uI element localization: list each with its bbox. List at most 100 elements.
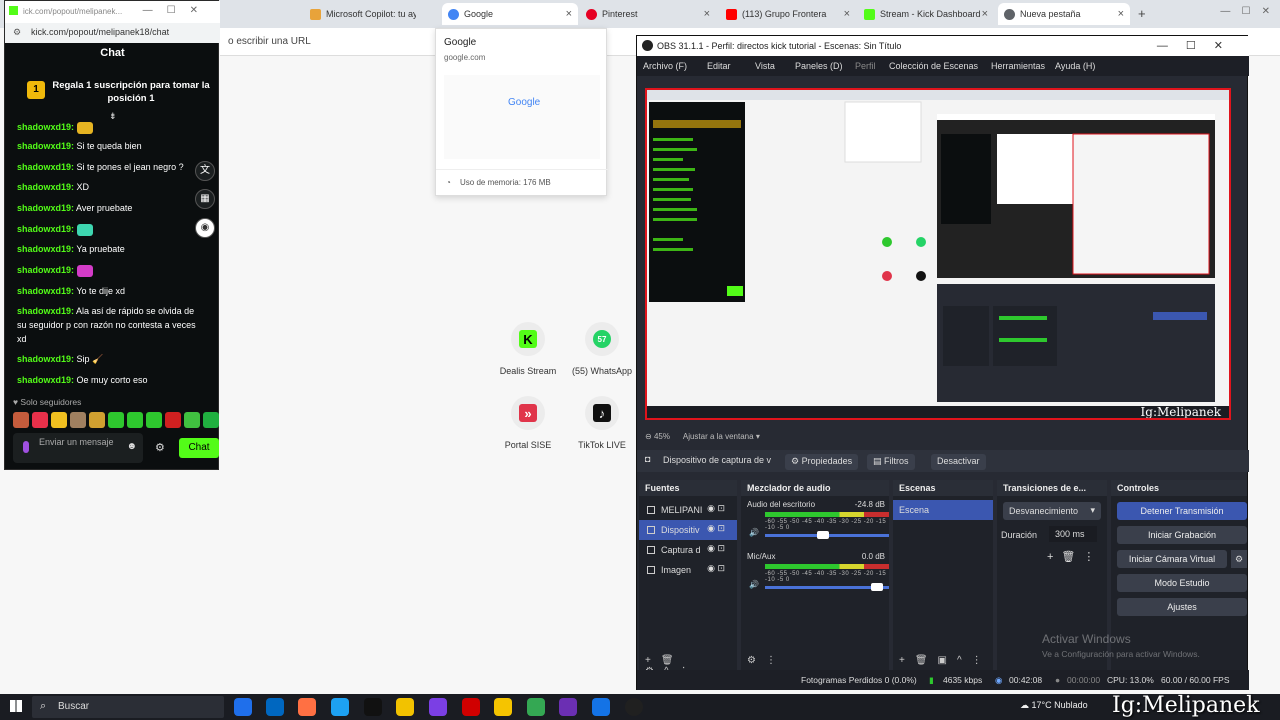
- emote-icon[interactable]: [70, 412, 86, 428]
- duration-input[interactable]: 300 ms: [1049, 526, 1097, 542]
- popout-address-bar[interactable]: ⚙ kick.com/popout/melipanek18/chat: [5, 23, 220, 43]
- taskbar-app-icon[interactable]: [527, 698, 545, 716]
- windows-start-icon[interactable]: [10, 700, 22, 712]
- window-controls[interactable]: —☐✕: [143, 5, 212, 16]
- menu-editar[interactable]: Editar: [707, 61, 731, 71]
- site-info-icon[interactable]: ⚙: [13, 27, 21, 38]
- fit-window-label[interactable]: Ajustar a la ventana: [683, 432, 754, 441]
- shortcut-dealis-stream[interactable]: K Dealis Stream: [492, 322, 564, 376]
- emote-icon[interactable]: [89, 412, 105, 428]
- visibility-icon[interactable]: ◉ ⊡: [707, 563, 725, 574]
- shortcut-tiktok-live[interactable]: ♪ TikTok LIVE: [566, 396, 638, 450]
- tab-new[interactable]: Nueva pestaña ×: [998, 3, 1130, 25]
- menu-perfil[interactable]: Perfil: [855, 61, 876, 71]
- menu-ayuda[interactable]: Ayuda (H): [1055, 61, 1095, 71]
- taskbar-app-icon[interactable]: [298, 698, 316, 716]
- send-chat-button[interactable]: Chat: [179, 438, 219, 458]
- taskbar-search[interactable]: ⌕ Buscar: [32, 696, 224, 718]
- emote-icon[interactable]: [51, 412, 67, 428]
- close-tab-icon[interactable]: ×: [982, 8, 988, 20]
- profile-icon[interactable]: ◉: [195, 218, 215, 238]
- start-virtual-camera-button[interactable]: Iniciar Cámara Virtual: [1117, 550, 1227, 568]
- window-controls[interactable]: —☐✕: [1157, 39, 1241, 52]
- tab-google[interactable]: Google ×: [442, 3, 578, 25]
- address-hint[interactable]: o escribir una URL: [228, 36, 311, 47]
- chevron-down-icon[interactable]: ▾: [756, 432, 760, 441]
- source-item[interactable]: Captura d ◉ ⊡: [639, 540, 737, 560]
- taskbar-app-icon[interactable]: [396, 698, 414, 716]
- settings-button[interactable]: Ajustes: [1117, 598, 1247, 616]
- scene-item[interactable]: Escena: [893, 500, 993, 520]
- tab-kick-dashboard[interactable]: Stream - Kick Dashboard ×: [858, 3, 994, 25]
- chat-message-input[interactable]: Enviar un mensaje ☻: [13, 433, 143, 463]
- menu-archivo[interactable]: Archivo (F): [643, 61, 687, 71]
- taskbar-app-icon[interactable]: [364, 698, 382, 716]
- chat-username[interactable]: shadowxd19:: [17, 224, 74, 234]
- scenes-footer-buttons[interactable]: +🗑▣^⋮: [893, 652, 993, 670]
- taskbar-app-icon[interactable]: [266, 698, 284, 716]
- menu-coleccion-escenas[interactable]: Colección de Escenas: [889, 61, 978, 71]
- pinned-gift-banner[interactable]: 1 Regala 1 suscripción para tomar la pos…: [13, 71, 213, 111]
- sources-footer-buttons[interactable]: +🗑⚙^⋮: [639, 652, 737, 677]
- tab-youtube[interactable]: (113) Grupo Frontera ×: [720, 3, 856, 25]
- source-item[interactable]: Imagen ◉ ⊡: [639, 560, 737, 580]
- preview-zoom[interactable]: ⊖ 45% Ajustar a la ventana ▾: [645, 432, 760, 441]
- chat-username[interactable]: shadowxd19:: [17, 306, 74, 316]
- emote-icon[interactable]: [146, 412, 162, 428]
- close-tab-icon[interactable]: ×: [704, 8, 710, 20]
- emote-icon[interactable]: [108, 412, 124, 428]
- deactivate-button[interactable]: Desactivar: [931, 454, 986, 470]
- source-item[interactable]: MELIPANI ◉ ⊡: [639, 500, 737, 520]
- transition-select[interactable]: Desvanecimiento ▾: [1003, 502, 1101, 520]
- visibility-icon[interactable]: ◉ ⊡: [707, 503, 725, 514]
- stop-streaming-button[interactable]: Detener Transmisión: [1117, 502, 1247, 520]
- visibility-icon[interactable]: ◉ ⊡: [707, 523, 725, 534]
- chat-username[interactable]: shadowxd19:: [17, 162, 74, 172]
- close-tab-icon[interactable]: ×: [844, 8, 850, 20]
- taskbar-app-icon[interactable]: [429, 698, 447, 716]
- studio-mode-button[interactable]: Modo Estudio: [1117, 574, 1247, 592]
- chat-username[interactable]: shadowxd19:: [17, 244, 74, 254]
- chat-username[interactable]: shadowxd19:: [17, 122, 74, 132]
- translate-icon[interactable]: 文: [195, 161, 215, 181]
- menu-paneles[interactable]: Paneles (D): [795, 61, 843, 71]
- weather-widget[interactable]: ☁ 17°C Nublado: [1020, 700, 1088, 711]
- taskbar-app-icon[interactable]: [462, 698, 480, 716]
- window-controls[interactable]: — ☐ ✕: [1220, 6, 1270, 17]
- menu-vista[interactable]: Vista: [755, 61, 775, 71]
- filters-button[interactable]: ▤ Filtros: [867, 454, 915, 470]
- shortcut-portal-sise[interactable]: » Portal SISE: [492, 396, 564, 450]
- taskbar-app-icon[interactable]: [331, 698, 349, 716]
- close-tab-icon[interactable]: ×: [566, 8, 572, 20]
- tab-pinterest[interactable]: Pinterest ×: [580, 3, 716, 25]
- chat-username[interactable]: shadowxd19:: [17, 375, 74, 385]
- start-recording-button[interactable]: Iniciar Grabación: [1117, 526, 1247, 544]
- chat-username[interactable]: shadowxd19:: [17, 265, 74, 275]
- emote-icon[interactable]: [32, 412, 48, 428]
- chat-username[interactable]: shadowxd19:: [17, 286, 74, 296]
- properties-button[interactable]: ⚙ Propiedades: [785, 454, 859, 470]
- chat-username[interactable]: shadowxd19:: [17, 182, 74, 192]
- source-item[interactable]: Dispositiv ◉ ⊡: [639, 520, 737, 540]
- obs-preview-canvas[interactable]: Ig:Melipanek: [645, 88, 1231, 420]
- virtual-camera-settings-icon[interactable]: ⚙: [1231, 550, 1247, 568]
- mixer-footer-buttons[interactable]: ⚙⋮: [741, 652, 889, 670]
- tab-copilot[interactable]: Microsoft Copilot: tu ayu: [304, 3, 416, 25]
- transition-buttons[interactable]: +🗑⋮: [1047, 550, 1102, 563]
- taskbar-app-icon[interactable]: [494, 698, 512, 716]
- grid-icon[interactable]: ▦: [195, 189, 215, 209]
- chat-username[interactable]: shadowxd19:: [17, 141, 74, 151]
- emoji-icon[interactable]: ☻: [126, 441, 137, 452]
- emote-icon[interactable]: [13, 412, 29, 428]
- chat-username[interactable]: shadowxd19:: [17, 354, 74, 364]
- emote-icon[interactable]: [165, 412, 181, 428]
- new-tab-icon[interactable]: +: [1138, 6, 1146, 21]
- menu-herramientas[interactable]: Herramientas: [991, 61, 1045, 71]
- speaker-icon[interactable]: 🔊: [749, 580, 759, 589]
- microphone-icon[interactable]: [23, 441, 29, 453]
- taskbar-app-icon[interactable]: [234, 698, 252, 716]
- emote-icon[interactable]: [184, 412, 200, 428]
- volume-knob[interactable]: [871, 583, 883, 591]
- emote-icon[interactable]: [203, 412, 219, 428]
- gear-icon[interactable]: ⚙: [155, 441, 165, 454]
